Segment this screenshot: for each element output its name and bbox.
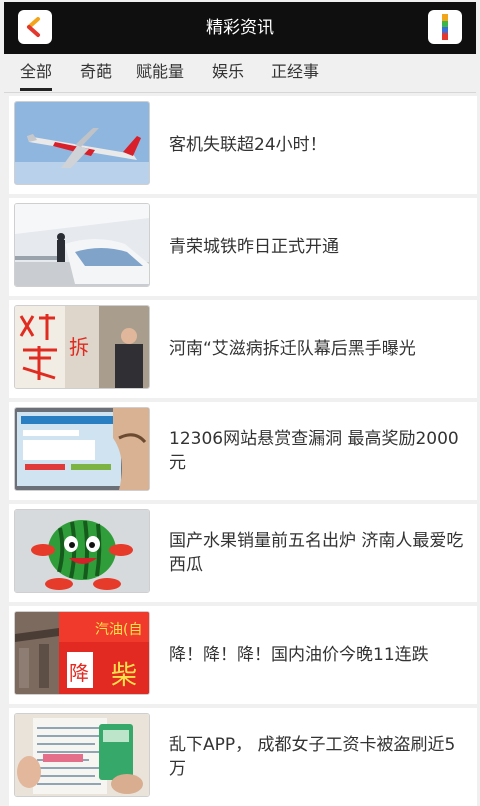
news-thumbnail: 拆 <box>14 305 150 389</box>
news-title: 客机失联超24小时！ <box>169 135 327 155</box>
news-thumbnail: 汽油(自 降 柴 <box>14 611 150 695</box>
website-screen-photo <box>15 408 149 490</box>
menu-icon <box>442 14 448 40</box>
tab-weird[interactable]: 奇葩 <box>80 54 112 88</box>
category-tabs: 全部 奇葩 赋能量 娱乐 正经事 <box>4 54 476 93</box>
news-title: 降！降！降！国内油价今晚11连跌 <box>169 645 429 665</box>
news-title: 12306网站悬赏查漏洞 最高奖励2000元 <box>169 429 459 473</box>
tab-entertainment[interactable]: 娱乐 <box>212 54 244 88</box>
demolition-text: 拆 <box>69 335 89 359</box>
airplane-photo <box>15 102 149 184</box>
news-item[interactable]: 乱下APP， 成都女子工资卡被盗刷近5万 <box>9 708 477 806</box>
high-speed-train-photo <box>15 204 149 286</box>
news-title: 河南“艾滋病拆迁队幕后黑手曝光 <box>169 339 416 359</box>
news-thumbnail <box>14 203 150 287</box>
watermelon-cartoon <box>15 510 149 592</box>
gas-down-text: 降 <box>69 661 89 685</box>
news-thumbnail <box>14 407 150 491</box>
news-item[interactable]: 客机失联超24小时！ <box>9 96 477 194</box>
news-thumbnail <box>14 509 150 593</box>
menu-button[interactable] <box>428 10 462 44</box>
gas-station-sign-photo: 汽油(自 降 柴 <box>15 612 149 694</box>
gas-sign-text: 汽油(自 <box>95 622 142 638</box>
news-item[interactable]: 国产水果销量前五名出炉 济南人最爱吃西瓜 <box>9 504 477 602</box>
tab-positive-energy[interactable]: 赋能量 <box>136 54 184 88</box>
news-item[interactable]: 青荣城铁昨日正式开通 <box>9 198 477 296</box>
news-title: 国产水果销量前五名出炉 济南人最爱吃西瓜 <box>169 531 464 575</box>
news-thumbnail <box>14 101 150 185</box>
app-header: 精彩资讯 <box>4 2 476 54</box>
news-title: 乱下APP， 成都女子工资卡被盗刷近5万 <box>169 735 456 779</box>
gas-sign-text-2: 柴 <box>111 661 137 691</box>
tab-serious[interactable]: 正经事 <box>271 54 319 88</box>
tab-all[interactable]: 全部 <box>20 54 53 91</box>
news-title: 青荣城铁昨日正式开通 <box>169 237 339 257</box>
news-item[interactable]: 拆 河南“艾滋病拆迁队幕后黑手曝光 <box>9 300 477 398</box>
page-title: 精彩资讯 <box>206 18 274 38</box>
demolition-wall-photo: 拆 <box>15 306 149 388</box>
news-thumbnail <box>14 713 150 797</box>
bank-card-photo <box>15 714 149 796</box>
news-item[interactable]: 12306网站悬赏查漏洞 最高奖励2000元 <box>9 402 477 500</box>
news-item[interactable]: 汽油(自 降 柴 降！降！降！国内油价今晚11连跌 <box>9 606 477 704</box>
